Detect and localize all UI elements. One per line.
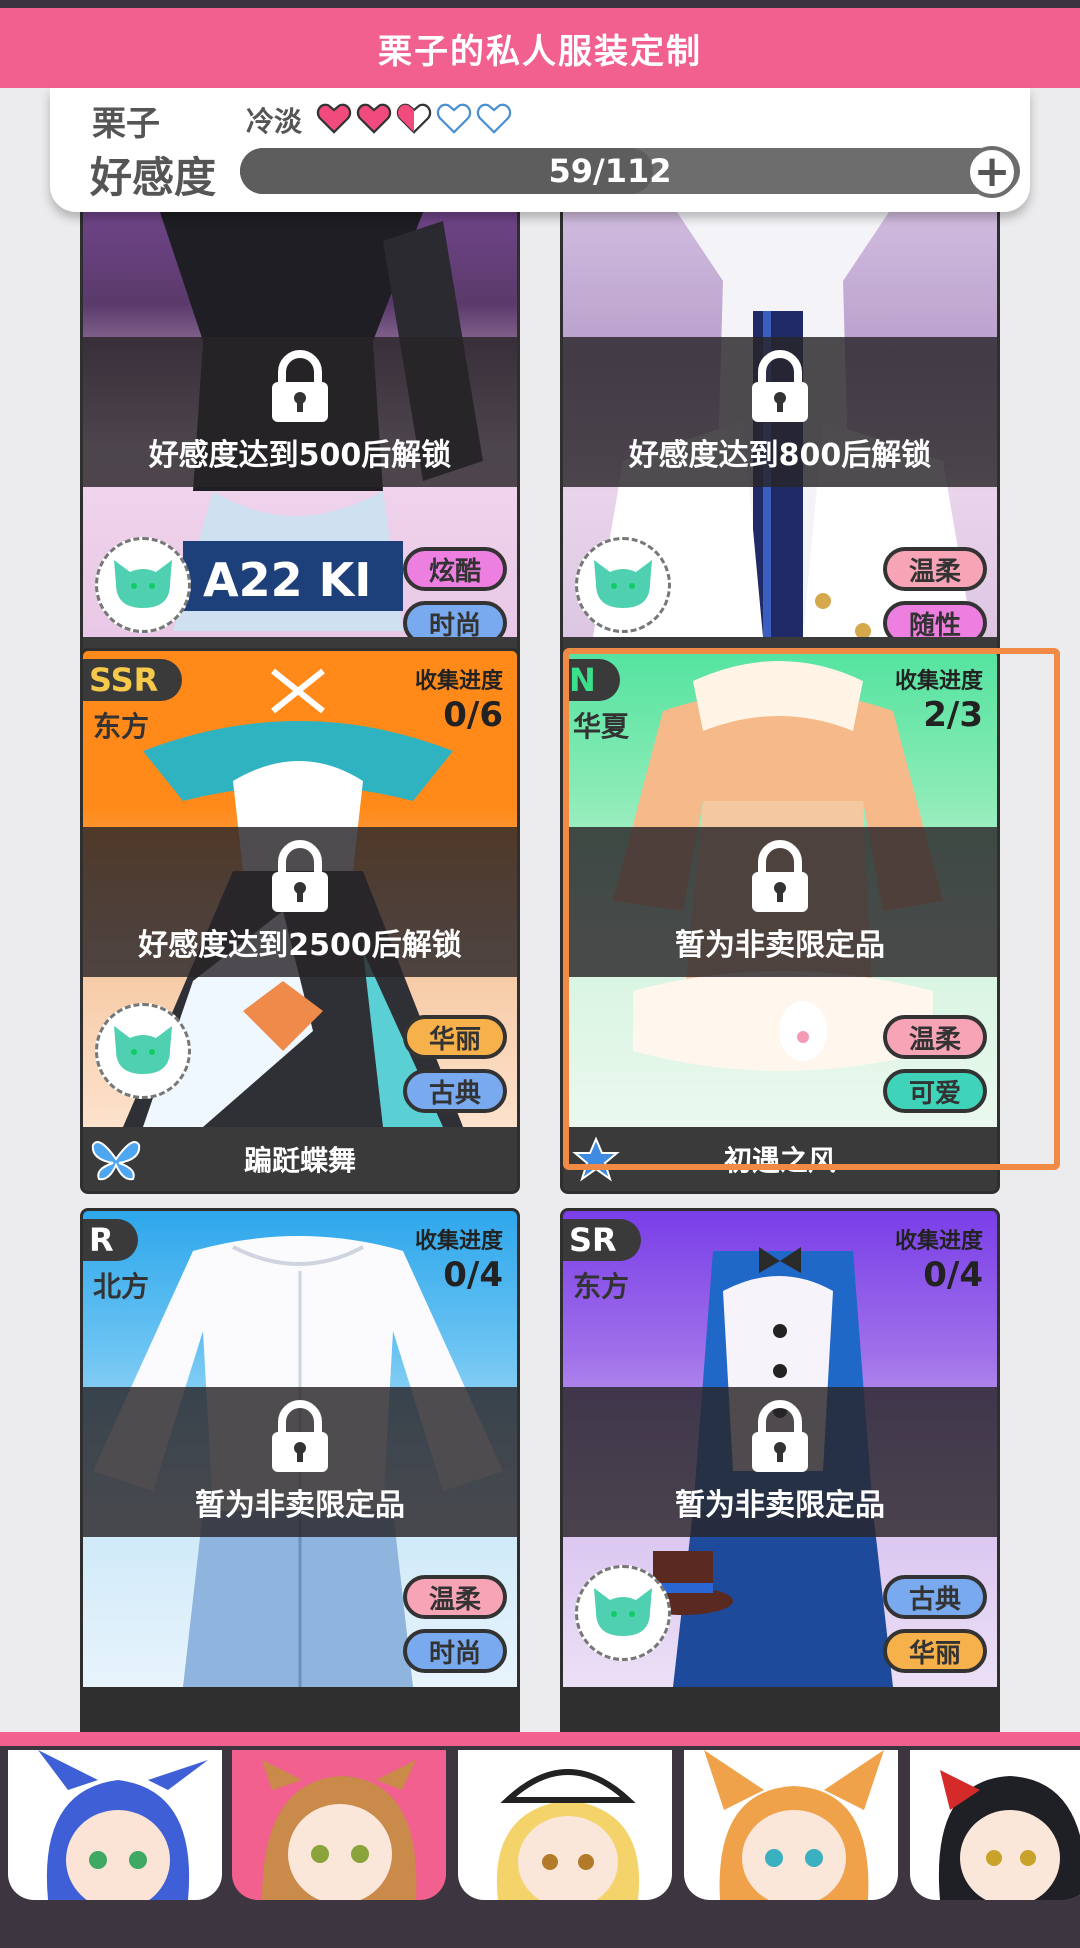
lock-overlay: 好感度达到2500后解锁 — [83, 827, 517, 977]
unlock-requirement: 好感度达到500后解锁 — [148, 438, 452, 473]
heart-empty-icon — [436, 103, 472, 134]
heart-empty-icon — [476, 103, 512, 134]
style-tag: 古典 — [403, 1069, 507, 1113]
character-avatar-cap-girl[interactable] — [458, 1750, 672, 1900]
region-label: 东方 — [93, 710, 150, 743]
lock-overlay: 暂为非卖限定品 — [563, 1387, 997, 1537]
selection-highlight — [563, 648, 1060, 1170]
cat-mascot-icon — [95, 537, 191, 633]
outfit-card[interactable]: SR 东方 收集进度 0/4 暂为非卖限定品 古典 华丽 — [560, 1208, 1000, 1732]
collection-progress-label: 收集进度 — [894, 1229, 983, 1254]
collection-progress-value: 0/4 — [443, 1255, 503, 1295]
affection-panel: 栗子 冷淡 好感度 59/112 + — [50, 88, 1030, 212]
style-tag: 炫酷 — [403, 547, 507, 591]
style-tag: 时尚 — [403, 1629, 507, 1673]
affection-value: 59/112 — [548, 152, 672, 190]
unlock-requirement: 好感度达到800后解锁 — [628, 438, 932, 473]
cat-mascot-icon — [575, 537, 671, 633]
lock-overlay: 好感度达到500后解锁 — [83, 337, 517, 487]
unlock-requirement: 暂为非卖限定品 — [195, 1488, 405, 1523]
heart-full-icon — [356, 103, 392, 134]
add-affection-button[interactable]: + — [966, 146, 1018, 198]
character-avatar-blue-fox[interactable] — [8, 1750, 222, 1900]
rarity-badge: SSR — [83, 659, 183, 701]
cat-mascot-icon — [95, 1003, 191, 1099]
collection-progress-label: 收集进度 — [414, 669, 503, 694]
selector-accent-strip — [0, 1732, 1080, 1746]
style-tag: 华丽 — [883, 1629, 987, 1673]
lock-icon — [272, 1400, 328, 1472]
page-title: 栗子的私人服装定制 — [0, 8, 1080, 88]
style-tag: 古典 — [883, 1575, 987, 1619]
style-tag: 华丽 — [403, 1015, 507, 1059]
rarity-badge: SR — [563, 1219, 641, 1261]
character-avatar-chestnut[interactable] — [232, 1750, 446, 1900]
affection-label: 好感度 — [90, 153, 217, 202]
character-avatar-orange-fox[interactable] — [684, 1750, 898, 1900]
cat-mascot-icon — [575, 1565, 671, 1661]
butterfly-icon — [91, 1141, 141, 1181]
region-label: 北方 — [93, 1270, 150, 1303]
lock-icon — [272, 350, 328, 422]
outfit-card[interactable]: SSR 东方 收集进度 0/6 好感度达到2500后解锁 华丽 古典 蹁跹蝶舞 — [80, 648, 520, 1194]
lock-icon — [752, 350, 808, 422]
character-avatar-black-hair[interactable] — [910, 1750, 1080, 1900]
mood-label: 冷淡 — [246, 105, 303, 138]
lock-icon — [272, 840, 328, 912]
unlock-requirement: 暂为非卖限定品 — [675, 1488, 885, 1523]
outfit-card[interactable]: A22 KI 好感度达到500后解锁 炫酷 时尚 潮流风暴 NEKO — [80, 212, 520, 704]
outfit-card[interactable]: 好感度达到800后解锁 温柔 随性 扑克魔术 — [560, 212, 1000, 704]
unlock-requirement: 好感度达到2500后解锁 — [138, 928, 462, 963]
lock-overlay: 好感度达到800后解锁 — [563, 337, 997, 487]
affection-hearts — [316, 102, 512, 134]
status-strip — [0, 0, 1080, 8]
collection-progress-value: 0/4 — [923, 1255, 983, 1295]
heart-full-icon — [316, 103, 352, 134]
lock-icon — [752, 1400, 808, 1472]
affection-progress-bar: 59/112 + — [240, 146, 1020, 198]
svg-text:A22 KI: A22 KI — [203, 553, 371, 607]
collection-progress-value: 0/6 — [443, 695, 503, 735]
style-tag: 温柔 — [403, 1575, 507, 1619]
outfit-name: 蹁跹蝶舞 — [83, 1127, 517, 1191]
outfit-card[interactable]: R 北方 收集进度 0/4 暂为非卖限定品 温柔 时尚 — [80, 1208, 520, 1732]
rarity-badge: R — [83, 1219, 138, 1261]
character-name: 栗子 — [92, 104, 160, 144]
lock-overlay: 暂为非卖限定品 — [83, 1387, 517, 1537]
style-tag: 温柔 — [883, 547, 987, 591]
region-label: 东方 — [573, 1270, 630, 1303]
heart-half-icon — [396, 103, 432, 134]
collection-progress-label: 收集进度 — [414, 1229, 503, 1254]
